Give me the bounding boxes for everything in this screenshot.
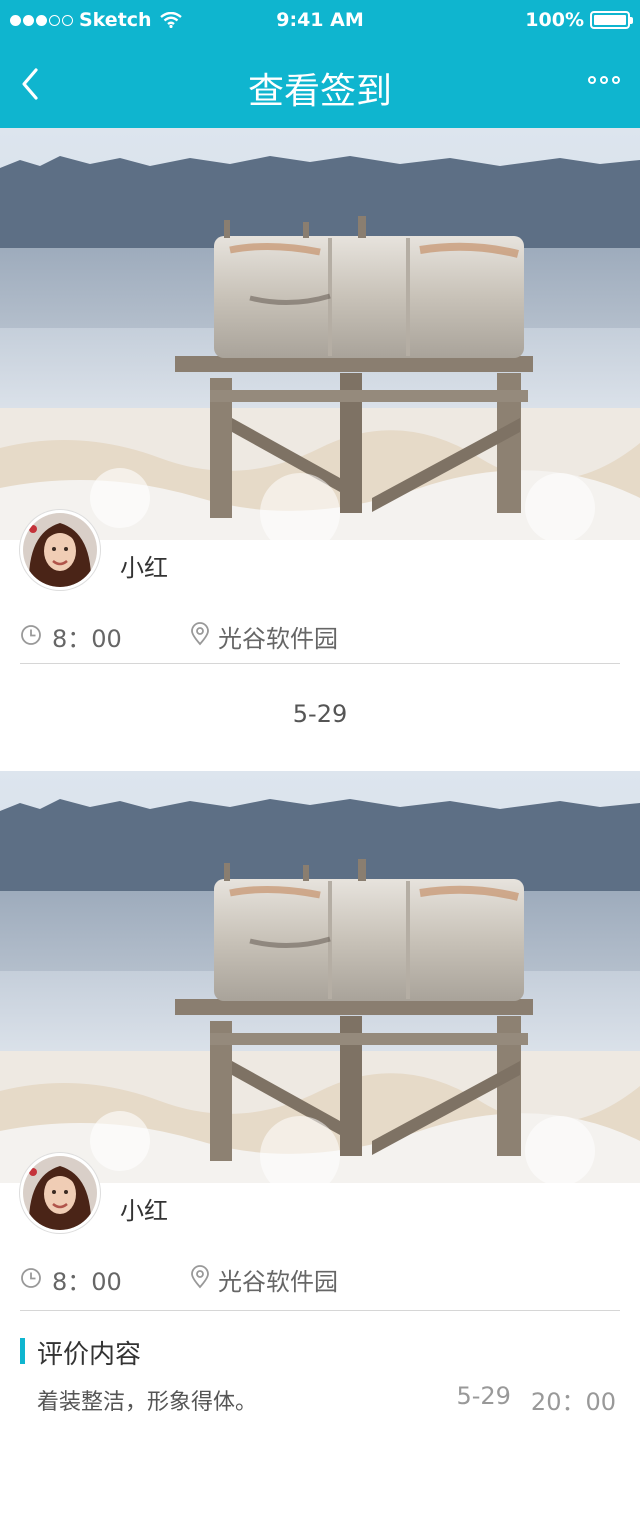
more-dots-icon[interactable] xyxy=(588,76,620,84)
review-time: 20：00 xyxy=(530,1388,616,1416)
user-name: 小红 xyxy=(120,554,168,582)
divider xyxy=(20,663,620,664)
clock-icon xyxy=(21,1268,41,1288)
checkin-location: 光谷软件园 xyxy=(218,1268,338,1296)
status-bar: Sketch 9:41 AM 100% xyxy=(0,0,640,40)
app-header: Sketch 9:41 AM 100% 查看签到 xyxy=(0,0,640,128)
checkin-meta: 8：00 光谷软件园 xyxy=(20,616,620,656)
avatar[interactable] xyxy=(20,510,100,590)
checkin-photo[interactable] xyxy=(0,128,640,540)
date-separator: 5-29 xyxy=(292,700,348,728)
battery-icon xyxy=(590,11,633,29)
page-title: 查看签到 xyxy=(247,71,392,112)
checkin-card: 小红 8：00 光谷软件园 xyxy=(0,128,640,668)
checkin-meta: 8：00 光谷软件园 xyxy=(20,1259,620,1299)
checkin-location: 光谷软件园 xyxy=(218,625,338,653)
location-pin-icon xyxy=(191,622,209,646)
clock-icon xyxy=(21,625,41,645)
review-title: 评价内容 xyxy=(37,1340,142,1370)
nav-bar: 查看签到 xyxy=(0,40,640,128)
checkin-card: 小红 8：00 光谷软件园 xyxy=(0,771,640,1311)
status-right: 100% xyxy=(525,9,633,31)
divider xyxy=(20,1310,620,1311)
checkin-photo[interactable] xyxy=(0,771,640,1183)
review-date: 5-29 xyxy=(456,1382,511,1410)
location-pin-icon xyxy=(191,1265,209,1289)
battery-percent: 100% xyxy=(525,9,584,31)
avatar[interactable] xyxy=(20,1153,100,1233)
review-accent-bar xyxy=(20,1338,25,1364)
user-name: 小红 xyxy=(120,1197,168,1225)
checkin-time: 8：00 xyxy=(52,625,122,653)
review-content: 着装整洁，形象得体。 xyxy=(37,1390,258,1415)
review-timestamp: 5-29 20：00 xyxy=(456,1382,616,1417)
checkin-time: 8：00 xyxy=(52,1268,122,1296)
